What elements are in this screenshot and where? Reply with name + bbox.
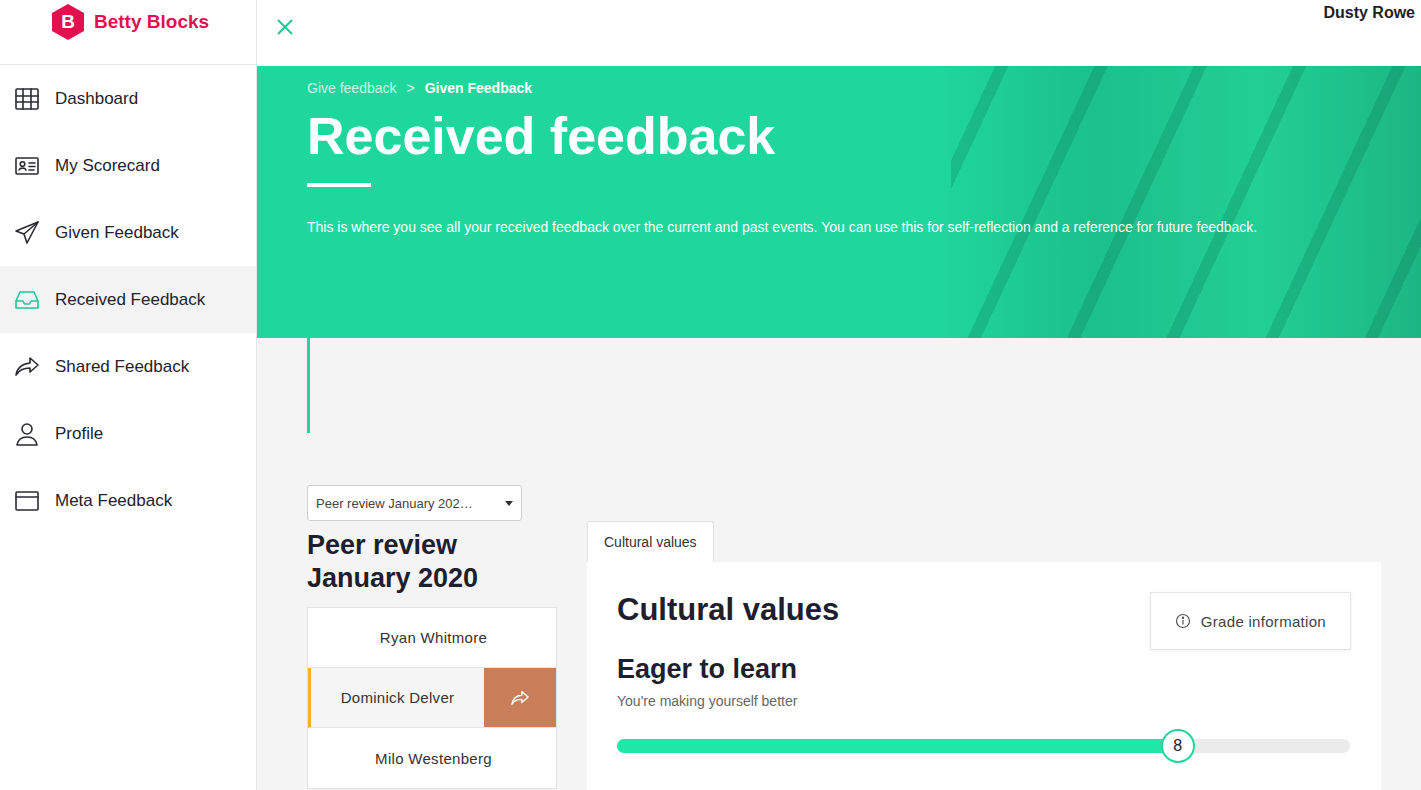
info-icon — [1175, 613, 1191, 629]
people-list: Ryan WhitmoreDominick DelverMilo Westenb… — [307, 607, 557, 789]
sidebar-item-label: My Scorecard — [55, 156, 160, 176]
score-slider[interactable]: 8 — [617, 739, 1350, 753]
event-select[interactable]: Peer review January 202… — [307, 485, 522, 521]
sidebar-item[interactable]: Given Feedback — [0, 199, 256, 266]
event-title: Peer review January 2020 — [307, 529, 557, 595]
window-icon — [14, 488, 40, 514]
sidebar-item-label: Shared Feedback — [55, 357, 189, 377]
value-item: Eager to learn You're making yourself bet… — [617, 654, 1351, 753]
grid-icon — [14, 86, 40, 112]
logo-letter: B — [48, 2, 88, 42]
feedback-layout: Peer review January 202… Peer review Janu… — [307, 485, 1421, 790]
app: B Betty Blocks Dashboard My Scorecard Given … — [0, 0, 1421, 790]
logo-mark: B — [48, 2, 88, 42]
card-header: Cultural values Grade information — [617, 590, 1351, 650]
breadcrumb-item[interactable]: Given Feedback — [425, 80, 532, 96]
card-title: Cultural values — [617, 592, 839, 628]
breadcrumb: Give feedback > Given Feedback — [307, 80, 1361, 96]
sidebar-item-label: Dashboard — [55, 89, 138, 109]
caret-icon — [505, 501, 513, 506]
score-fill — [617, 739, 1178, 753]
sidebar-nav: Dashboard My Scorecard Given Feedback Recei… — [0, 65, 256, 534]
sidebar-item[interactable]: Profile — [0, 400, 256, 467]
person-name: Milo Westenberg — [311, 728, 556, 788]
grade-information-label: Grade information — [1201, 613, 1326, 630]
value-description: You're making yourself better — [617, 693, 1351, 709]
breadcrumb-item[interactable]: Give feedback — [307, 80, 397, 96]
person-row[interactable]: Ryan Whitmore — [308, 608, 556, 668]
share-icon — [14, 354, 40, 380]
sidebar-item[interactable]: Shared Feedback — [0, 333, 256, 400]
sidebar-item-label: Meta Feedback — [55, 491, 172, 511]
event-column: Peer review January 202… Peer review Janu… — [307, 485, 557, 790]
sidebar: B Betty Blocks Dashboard My Scorecard Given … — [0, 0, 257, 790]
main: Dusty Rowe Give feedback > Given Feedback Re… — [257, 0, 1421, 790]
title-underline — [307, 183, 371, 187]
close-icon[interactable] — [275, 17, 295, 37]
accent-line — [307, 338, 310, 433]
logo-name: Betty Blocks — [94, 11, 209, 33]
value-name: Eager to learn — [617, 654, 1351, 685]
score-knob[interactable]: 8 — [1161, 729, 1195, 763]
paper-plane-icon — [14, 220, 40, 246]
values-card: Cultural values Grade information Eager to… — [587, 562, 1381, 790]
person-name: Dominick Delver — [311, 668, 484, 727]
tab-bar: Cultural values — [587, 521, 1381, 562]
sidebar-item-label: Given Feedback — [55, 223, 179, 243]
share-icon — [510, 688, 530, 708]
tab[interactable]: Cultural values — [587, 521, 714, 562]
sidebar-item[interactable]: Received Feedback — [0, 266, 256, 333]
content: Peer review January 202… Peer review Janu… — [257, 338, 1421, 790]
sidebar-item[interactable]: Dashboard — [0, 65, 256, 132]
page-description: This is where you see all your received … — [307, 215, 1361, 240]
logo[interactable]: B Betty Blocks — [0, 0, 256, 65]
grade-information-button[interactable]: Grade information — [1150, 592, 1351, 650]
user-icon — [14, 421, 40, 447]
person-row[interactable]: Milo Westenberg — [308, 728, 556, 788]
id-card-icon — [14, 153, 40, 179]
top-bar: Dusty Rowe — [257, 0, 1421, 66]
event-select-value: Peer review January 202… — [316, 496, 473, 511]
person-name: Ryan Whitmore — [311, 608, 556, 667]
values-column: Cultural values Cultural values Grade info… — [587, 521, 1381, 790]
breadcrumb-separator: > — [407, 80, 415, 96]
person-row[interactable]: Dominick Delver — [308, 668, 556, 728]
inbox-icon — [14, 287, 40, 313]
page-title: Received feedback — [307, 108, 1361, 165]
hero-banner: Give feedback > Given Feedback Received fee… — [257, 66, 1421, 338]
sidebar-item-label: Profile — [55, 424, 103, 444]
sidebar-item[interactable]: Meta Feedback — [0, 467, 256, 534]
user-name[interactable]: Dusty Rowe — [1323, 4, 1415, 22]
sidebar-item[interactable]: My Scorecard — [0, 132, 256, 199]
share-button[interactable] — [484, 668, 556, 727]
sidebar-item-label: Received Feedback — [55, 290, 205, 310]
